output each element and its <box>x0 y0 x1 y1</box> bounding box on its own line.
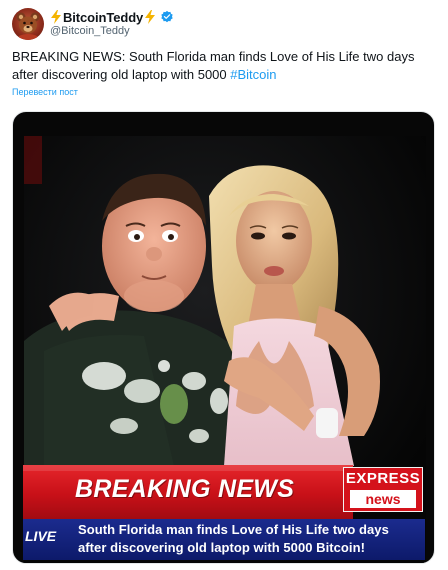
author-handle[interactable]: @Bitcoin_Teddy <box>50 25 130 37</box>
tweet-text: BREAKING NEWS: South Florida man finds L… <box>12 48 432 84</box>
tweet-media[interactable]: BREAKING NEWS EXPRESS news LIVE South Fl… <box>12 111 435 564</box>
lightning-bolt-icon <box>145 10 156 24</box>
ticker-line-2: after discovering old laptop with 5000 B… <box>78 540 365 555</box>
tweet-text-body: BREAKING NEWS: South Florida man finds L… <box>12 49 415 82</box>
news-ticker: LIVE South Florida man finds Love of His… <box>23 519 425 560</box>
lightning-bolt-icon <box>51 10 61 24</box>
author-avatar[interactable] <box>12 8 44 40</box>
express-logo-bottom: news <box>350 490 416 508</box>
live-label: LIVE <box>25 528 57 544</box>
verified-badge-icon[interactable] <box>160 10 174 24</box>
author-name-row[interactable]: BitcoinTeddy <box>50 8 174 26</box>
translate-post-link[interactable]: Перевести пост <box>12 87 78 97</box>
breaking-news-title: BREAKING NEWS <box>75 475 295 503</box>
teddy-bear-avatar-icon <box>16 12 40 40</box>
express-news-logo: EXPRESS news <box>343 467 423 512</box>
express-logo-top: EXPRESS <box>345 470 421 487</box>
ticker-line-1: South Florida man finds Love of His Life… <box>78 522 389 537</box>
hashtag-link[interactable]: #Bitcoin <box>230 67 276 82</box>
author-display-name[interactable]: BitcoinTeddy <box>63 10 143 25</box>
tweet[interactable]: BitcoinTeddy @Bitcoin_Teddy BREAKING NEW… <box>0 0 448 570</box>
